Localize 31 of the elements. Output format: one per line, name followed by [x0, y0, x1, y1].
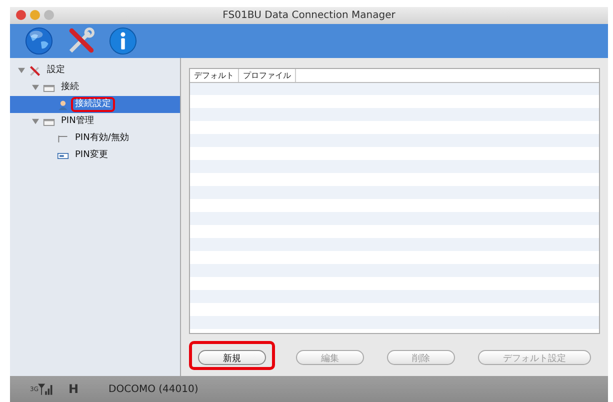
tree-row[interactable]: 接続設定: [10, 96, 180, 113]
close-icon[interactable]: [16, 10, 26, 20]
signal-icon: [38, 382, 54, 396]
window-title: FS01BU Data Connection Manager: [222, 10, 396, 21]
tree-item[interactable]: 接続: [57, 80, 83, 95]
push-button[interactable]: 新規: [198, 350, 266, 365]
tree-row[interactable]: PIN管理: [10, 113, 180, 130]
carrier-label: DOCOMO (44010): [108, 384, 198, 394]
bracket-icon: [57, 132, 69, 144]
tree-item[interactable]: 接続設定: [71, 97, 115, 112]
zoom-icon[interactable]: [44, 10, 54, 20]
column-header[interactable]: プロファイル: [239, 69, 296, 82]
mode-label: H: [68, 382, 79, 396]
info-icon[interactable]: [109, 27, 137, 55]
tree-item[interactable]: PIN有効/無効: [71, 131, 133, 146]
globe-icon[interactable]: [25, 27, 53, 55]
tools-icon: [29, 64, 41, 76]
tools-icon[interactable]: [67, 27, 95, 55]
tree-row[interactable]: PIN変更: [10, 147, 180, 164]
tree-item[interactable]: PIN管理: [57, 114, 98, 129]
tree-row[interactable]: PIN有効/無効: [10, 130, 180, 147]
tree-item[interactable]: PIN変更: [71, 148, 112, 163]
disclosure-triangle-icon[interactable]: [32, 84, 41, 91]
disclosure-triangle-icon[interactable]: [32, 118, 41, 125]
minimize-icon[interactable]: [30, 10, 40, 20]
tree-row[interactable]: 接続: [10, 79, 180, 96]
disclosure-triangle-icon[interactable]: [18, 67, 27, 74]
tree-item[interactable]: 設定: [43, 63, 69, 78]
column-header[interactable]: デフォルト: [190, 69, 239, 82]
user-icon: [57, 98, 69, 110]
tree-row[interactable]: 設定: [10, 62, 180, 79]
